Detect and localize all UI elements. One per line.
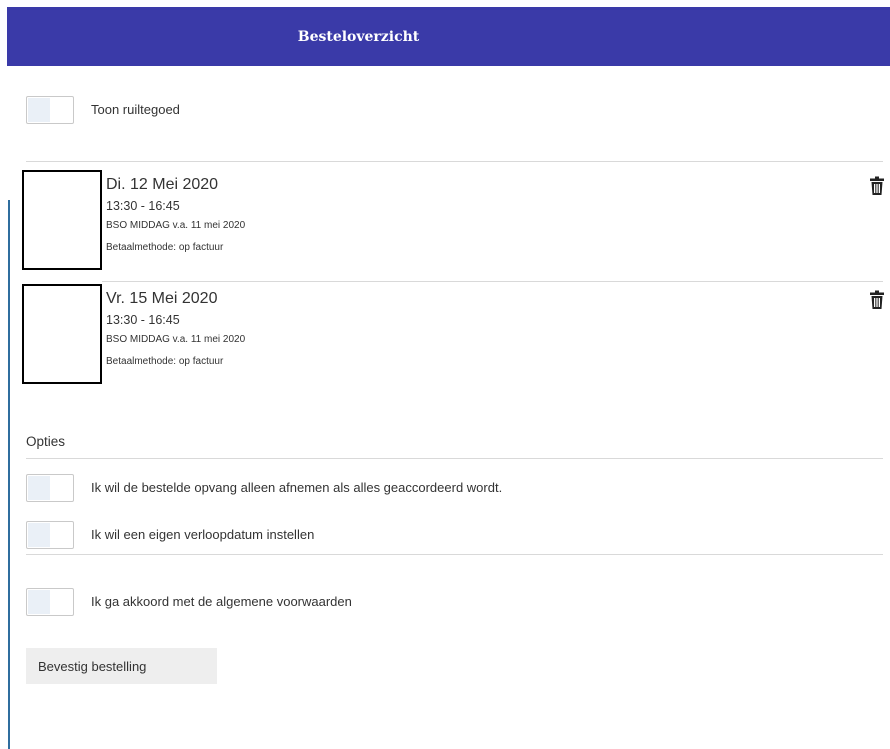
show-exchange-credit-label: Toon ruiltegoed — [91, 102, 180, 117]
toggle-knob — [28, 590, 50, 614]
page-header: Besteloverzicht — [7, 7, 890, 66]
toggle-knob — [28, 98, 50, 122]
order-thumbnail — [22, 284, 102, 384]
show-exchange-credit-toggle[interactable] — [26, 96, 74, 124]
order-date: Vr. 15 Mei 2020 — [106, 290, 218, 307]
divider — [26, 554, 883, 555]
trash-icon[interactable] — [870, 290, 884, 310]
divider — [102, 281, 883, 282]
order-product: BSO MIDDAG v.a. 11 mei 2020 — [106, 334, 246, 345]
toggle-knob — [28, 523, 50, 547]
accept-terms-toggle[interactable] — [26, 588, 74, 616]
order-item: Vr. 15 Mei 2020 13:30 - 16:45 BSO MIDDAG… — [22, 284, 884, 384]
custom-expiry-toggle[interactable] — [26, 521, 74, 549]
order-product: BSO MIDDAG v.a. 11 mei 2020 — [106, 220, 246, 231]
trash-icon[interactable] — [870, 176, 884, 196]
toggle-knob — [28, 476, 50, 500]
confirm-order-button[interactable]: Bevestig bestelling — [26, 648, 217, 684]
order-time: 13:30 - 16:45 — [106, 313, 180, 327]
only-if-approved-toggle[interactable] — [26, 474, 74, 502]
page-title: Besteloverzicht — [297, 28, 420, 45]
divider — [26, 161, 883, 162]
only-if-approved-label: Ik wil de bestelde opvang alleen afnemen… — [91, 480, 503, 495]
order-payment-method: Betaalmethode: op factuur — [106, 356, 224, 367]
order-payment-method: Betaalmethode: op factuur — [106, 242, 224, 253]
accept-terms-label: Ik ga akkoord met de algemene voorwaarde… — [91, 594, 352, 609]
order-item: Di. 12 Mei 2020 13:30 - 16:45 BSO MIDDAG… — [22, 170, 884, 270]
left-accent-line — [8, 200, 10, 749]
order-thumbnail — [22, 170, 102, 270]
custom-expiry-label: Ik wil een eigen verloopdatum instellen — [91, 527, 315, 542]
order-date: Di. 12 Mei 2020 — [106, 176, 219, 193]
options-heading: Opties — [26, 434, 66, 449]
order-time: 13:30 - 16:45 — [106, 199, 180, 213]
divider — [26, 458, 883, 459]
